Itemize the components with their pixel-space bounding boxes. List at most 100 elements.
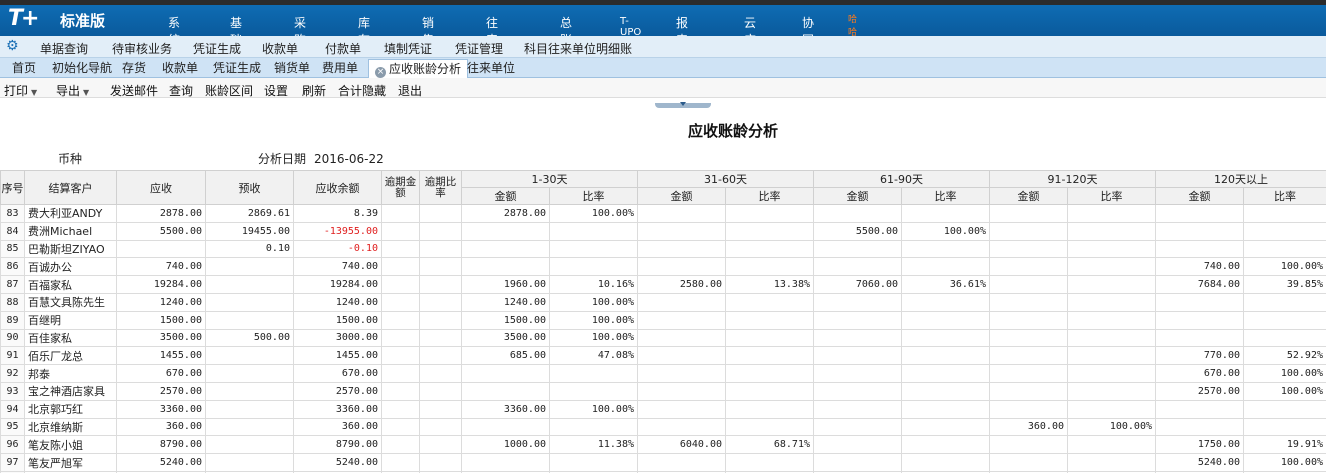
cell-a3[interactable]	[813, 399, 902, 419]
cell-idx[interactable]: 93	[0, 381, 25, 401]
table-row[interactable]: 94 北京郭巧红 3360.00 3360.00 3360.00 100.00%	[0, 399, 1326, 419]
cell-a5[interactable]	[1155, 328, 1244, 348]
cell-or[interactable]	[419, 417, 462, 437]
toolbar-button-3[interactable]: 查询	[169, 82, 193, 99]
cell-idx[interactable]: 90	[0, 328, 25, 348]
cell-r5[interactable]: 100.00%	[1243, 364, 1326, 383]
cell-a3[interactable]	[813, 328, 902, 348]
cell-r5[interactable]	[1243, 328, 1326, 348]
cell-or[interactable]	[419, 364, 462, 383]
cell-oa[interactable]	[381, 221, 420, 241]
cell-p[interactable]	[205, 399, 294, 419]
cell-or[interactable]	[419, 275, 462, 294]
cell-idx[interactable]: 95	[0, 417, 25, 437]
cell-idx[interactable]: 86	[0, 257, 25, 277]
cell-r2[interactable]	[725, 399, 814, 419]
cell-r3[interactable]	[901, 204, 990, 223]
cell-or[interactable]	[419, 435, 462, 455]
cell-r[interactable]: 19284.00	[116, 275, 206, 294]
cell-a3[interactable]	[813, 381, 902, 401]
cell-r1[interactable]: 100.00%	[549, 204, 638, 223]
toolbar-button-1[interactable]: 导出 ▼	[56, 82, 89, 99]
cell-a5[interactable]: 740.00	[1155, 257, 1244, 277]
cell-oa[interactable]	[381, 275, 420, 294]
cell-a1[interactable]: 685.00	[461, 346, 550, 366]
quick-action-1[interactable]: 待审核业务	[112, 40, 172, 57]
cell-r4[interactable]	[1067, 399, 1156, 419]
cell-r1[interactable]: 11.38%	[549, 435, 638, 455]
cell-a4[interactable]	[989, 381, 1068, 401]
table-row[interactable]: 97 笔友严旭军 5240.00 5240.00 5240.00 100.00%	[0, 453, 1326, 472]
cell-oa[interactable]	[381, 417, 420, 437]
cell-a5[interactable]	[1155, 310, 1244, 330]
cell-b[interactable]: 360.00	[293, 417, 382, 437]
cell-a5[interactable]	[1155, 292, 1244, 312]
col-range-1-ratio[interactable]: 比率	[549, 187, 638, 205]
cell-oa[interactable]	[381, 399, 420, 419]
cell-b[interactable]: 3000.00	[293, 328, 382, 348]
cell-r4[interactable]	[1067, 292, 1156, 312]
tab-2[interactable]: 存货	[122, 58, 146, 78]
cell-p[interactable]	[205, 364, 294, 383]
cell-a2[interactable]	[637, 257, 726, 277]
col-range-4-ratio[interactable]: 比率	[1067, 187, 1156, 205]
cell-r3[interactable]: 100.00%	[901, 221, 990, 241]
col-customer[interactable]: 结算客户	[24, 170, 117, 205]
cell-a1[interactable]: 1500.00	[461, 310, 550, 330]
table-row[interactable]: 87 百福家私 19284.00 19284.00 1960.00 10.16% 2580.…	[0, 275, 1326, 294]
cell-r3[interactable]: 36.61%	[901, 275, 990, 294]
cell-a3[interactable]	[813, 346, 902, 366]
cell-a1[interactable]	[461, 453, 550, 472]
cell-customer[interactable]: 佰乐厂龙总	[24, 346, 117, 366]
cell-r3[interactable]	[901, 292, 990, 312]
cell-r2[interactable]	[725, 453, 814, 472]
cell-r1[interactable]	[549, 453, 638, 472]
cell-oa[interactable]	[381, 453, 420, 472]
cell-r1[interactable]	[549, 257, 638, 277]
cell-a2[interactable]	[637, 399, 726, 419]
cell-a3[interactable]	[813, 239, 902, 259]
cell-a2[interactable]	[637, 381, 726, 401]
cell-a5[interactable]	[1155, 221, 1244, 241]
col-balance[interactable]: 应收余额	[293, 170, 382, 205]
cell-p[interactable]: 0.10	[205, 239, 294, 259]
cell-r3[interactable]	[901, 310, 990, 330]
cell-oa[interactable]	[381, 435, 420, 455]
table-row[interactable]: 96 笔友陈小姐 8790.00 8790.00 1000.00 11.38% 6040.0…	[0, 435, 1326, 455]
cell-r[interactable]: 3500.00	[116, 328, 206, 348]
toolbar-button-6[interactable]: 刷新	[302, 82, 326, 99]
cell-r4[interactable]	[1067, 453, 1156, 472]
cell-p[interactable]	[205, 453, 294, 472]
cell-b[interactable]: 3360.00	[293, 399, 382, 419]
col-idx[interactable]: 序号	[0, 170, 25, 205]
cell-customer[interactable]: 笔友陈小姐	[24, 435, 117, 455]
table-row[interactable]: 83 费大利亚ANDY 2878.00 2869.61 8.39 2878.00 100.0…	[0, 204, 1326, 223]
cell-customer[interactable]: 百佳家私	[24, 328, 117, 348]
toolbar-button-7[interactable]: 合计隐藏	[338, 82, 386, 99]
cell-r[interactable]: 5500.00	[116, 221, 206, 241]
cell-customer[interactable]: 费洲Michael	[24, 221, 117, 241]
col-receivable[interactable]: 应收	[116, 170, 206, 205]
cell-p[interactable]	[205, 292, 294, 312]
cell-a1[interactable]: 3500.00	[461, 328, 550, 348]
table-row[interactable]: 95 北京维纳斯 360.00 360.00 360.00 100.00%	[0, 417, 1326, 437]
cell-idx[interactable]: 94	[0, 399, 25, 419]
cell-r5[interactable]: 100.00%	[1243, 453, 1326, 472]
cell-or[interactable]	[419, 346, 462, 366]
cell-a2[interactable]	[637, 204, 726, 223]
cell-r[interactable]: 1240.00	[116, 292, 206, 312]
cell-r[interactable]: 2570.00	[116, 381, 206, 401]
cell-a2[interactable]	[637, 453, 726, 472]
cell-p[interactable]	[205, 381, 294, 401]
cell-r3[interactable]	[901, 381, 990, 401]
cell-a3[interactable]	[813, 204, 902, 223]
cell-a2[interactable]	[637, 221, 726, 241]
cell-a4[interactable]	[989, 275, 1068, 294]
cell-or[interactable]	[419, 221, 462, 241]
cell-b[interactable]: -13955.00	[293, 221, 382, 241]
cell-r[interactable]: 360.00	[116, 417, 206, 437]
cell-p[interactable]	[205, 275, 294, 294]
cell-customer[interactable]: 百诚办公	[24, 257, 117, 277]
cell-a2[interactable]	[637, 310, 726, 330]
cell-a3[interactable]	[813, 292, 902, 312]
